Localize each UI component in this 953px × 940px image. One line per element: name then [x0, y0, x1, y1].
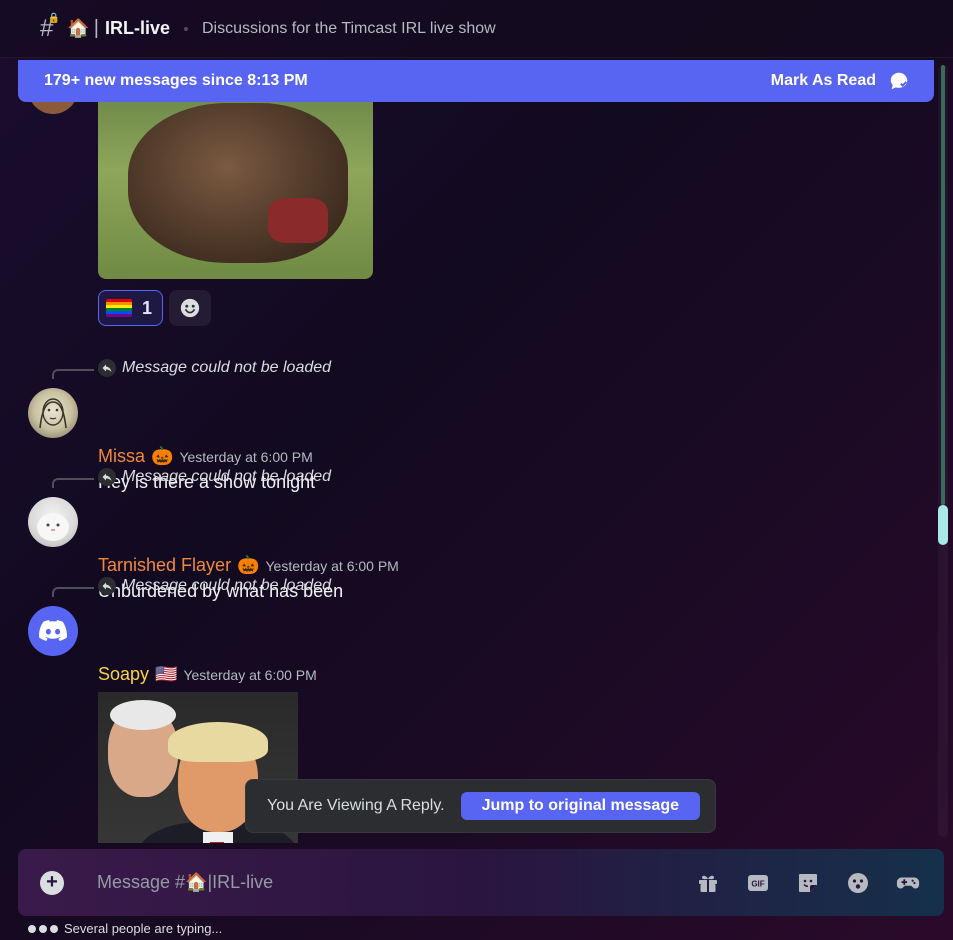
- apps-gamepad-icon[interactable]: [896, 871, 920, 895]
- scrollbar-thumb[interactable]: [938, 505, 948, 545]
- typing-text: Several people are typing...: [64, 921, 223, 936]
- jump-to-original-button[interactable]: Jump to original message: [460, 792, 700, 820]
- new-messages-banner[interactable]: 179+ new messages since 8:13 PM Mark As …: [18, 60, 934, 102]
- mark-as-read-label: Mark As Read: [770, 72, 876, 89]
- timestamp[interactable]: Yesterday at 6:00 PM: [265, 558, 398, 574]
- new-messages-count[interactable]: 179+ new messages since 8:13 PM: [44, 72, 308, 90]
- rainbow-flag-icon: [106, 299, 132, 317]
- reaction-count: 1: [142, 297, 153, 318]
- message-scroller[interactable]: 1 Message could not be loaded Missa 🎃 Ye…: [0, 58, 938, 843]
- channel-topic[interactable]: Discussions for the Timcast IRL live sho…: [202, 20, 496, 38]
- reply-connector: [52, 369, 94, 379]
- reply-unavailable-text: Message could not be loaded: [122, 468, 332, 485]
- sticker-icon[interactable]: [796, 871, 820, 895]
- reply-arrow-icon: [98, 359, 116, 377]
- cloth-shape: [268, 198, 328, 243]
- timestamp[interactable]: Yesterday at 6:00 PM: [183, 667, 316, 683]
- emoji-icon[interactable]: [846, 871, 870, 895]
- viewing-reply-label: You Are Viewing A Reply.: [267, 797, 445, 814]
- reply-arrow-icon: [98, 577, 116, 595]
- typing-indicator: Several people are typing...: [28, 921, 222, 936]
- scrollbar-read-section: [941, 65, 945, 505]
- sketch-portrait-icon: [39, 398, 67, 429]
- smiley-icon: [180, 298, 200, 318]
- message-composer[interactable]: + Message #🏠|IRL-live GIF: [18, 849, 944, 916]
- avatar[interactable]: [28, 388, 78, 438]
- pumpkin-badge-icon[interactable]: 🎃: [237, 555, 259, 576]
- channel-emoji: 🏠: [67, 18, 90, 38]
- pumpkin-badge-icon[interactable]: 🎃: [151, 446, 173, 467]
- reply-preview[interactable]: Message could not be loaded: [98, 577, 331, 595]
- gif-icon[interactable]: GIF: [746, 871, 770, 895]
- reply-unavailable-text: Message could not be loaded: [122, 577, 332, 594]
- add-reaction-button[interactable]: [169, 290, 212, 326]
- message-header: Missa 🎃 Yesterday at 6:00 PM: [98, 446, 313, 467]
- channel-separator: |: [93, 17, 99, 39]
- reply-unavailable-text: Message could not be loaded: [122, 359, 332, 376]
- typing-dots-icon: [28, 924, 58, 933]
- mark-as-read-button[interactable]: Mark As Read: [771, 70, 910, 92]
- header-divider: [184, 26, 188, 31]
- message-input[interactable]: Message #🏠|IRL-live: [97, 872, 696, 893]
- message-header: Soapy 🇺🇸 Yesterday at 6:00 PM: [98, 664, 317, 685]
- reaction-rainbow-flag[interactable]: 1: [98, 290, 164, 326]
- reply-preview[interactable]: Message could not be loaded: [98, 468, 331, 486]
- bear-gif-image[interactable]: [98, 98, 373, 279]
- gif-label: GIF: [751, 879, 764, 888]
- image-figure: [210, 842, 224, 843]
- username[interactable]: Soapy: [98, 664, 149, 685]
- reply-preview[interactable]: Message could not be loaded: [98, 359, 331, 377]
- attach-plus-icon[interactable]: +: [40, 870, 64, 895]
- reply-connector: [52, 587, 94, 597]
- reactions-bar: 1: [98, 290, 212, 326]
- reply-connector: [52, 478, 94, 488]
- channel-hash-icon: # 🔒: [40, 12, 61, 42]
- message-header: Tarnished Flayer 🎃 Yesterday at 6:00 PM: [98, 555, 399, 576]
- username[interactable]: Tarnished Flayer: [98, 555, 231, 576]
- image-figure: [168, 722, 268, 762]
- avatar[interactable]: [28, 606, 78, 656]
- channel-title: IRL-live: [104, 18, 170, 38]
- reply-arrow-icon: [98, 468, 116, 486]
- gift-icon[interactable]: [696, 871, 720, 895]
- us-flag-badge-icon[interactable]: 🇺🇸: [155, 664, 177, 685]
- timestamp[interactable]: Yesterday at 6:00 PM: [179, 449, 312, 465]
- mark-read-icon: [890, 72, 908, 90]
- avatar[interactable]: [28, 497, 78, 547]
- viewing-reply-toast: You Are Viewing A Reply. Jump to origina…: [245, 779, 716, 833]
- username[interactable]: Missa: [98, 446, 145, 467]
- channel-header: # 🔒 🏠 | IRL-live Discussions for the Timc…: [0, 0, 953, 58]
- discord-logo-icon: [39, 620, 67, 641]
- composer-tools: GIF: [696, 871, 920, 895]
- image-figure: [110, 700, 176, 730]
- cat-avatar-icon: [37, 513, 69, 541]
